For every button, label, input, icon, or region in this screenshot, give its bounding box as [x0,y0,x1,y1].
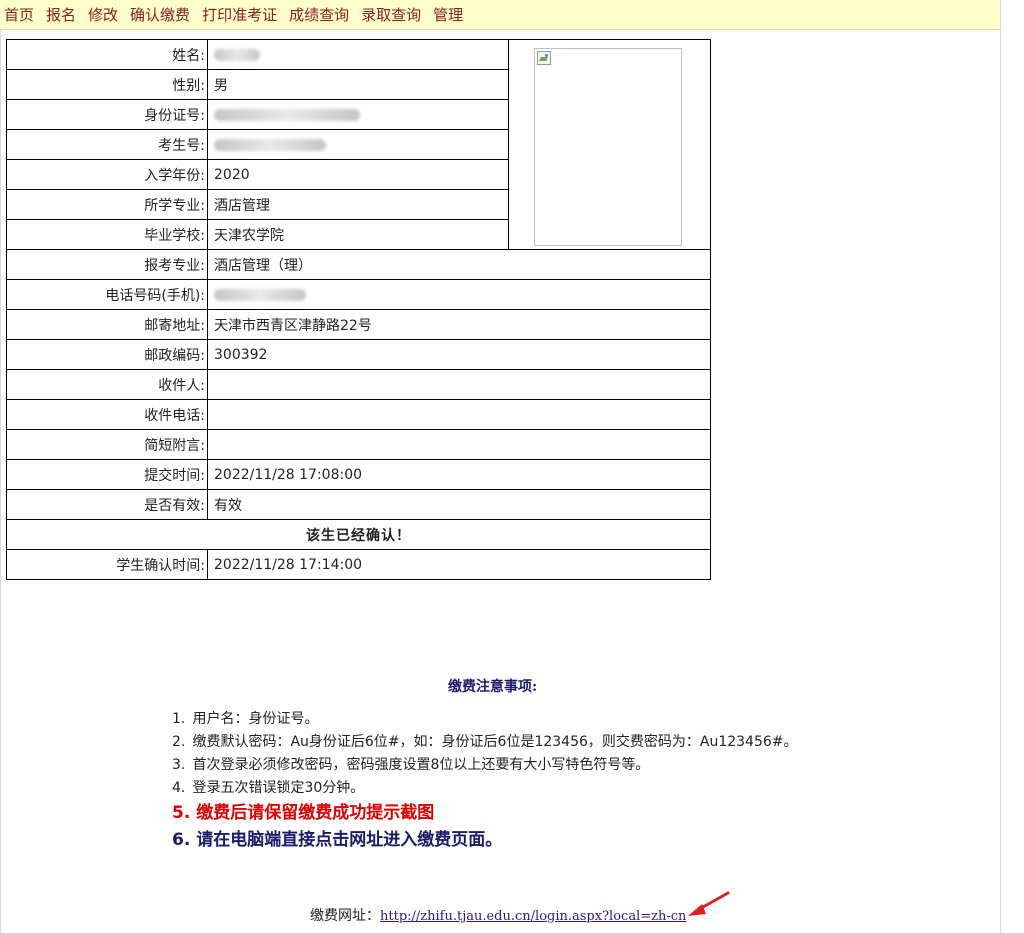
nav-admin-link[interactable]: 管理 [433,4,463,25]
nav-register-link[interactable]: 报名 [46,4,76,25]
notice-item: 4. 登录五次错误锁定30分钟。 [172,777,798,800]
nav-admission-query-link[interactable]: 录取查询 [361,4,421,25]
submit-time-value: 2022/11/28 17:08:00 [207,459,711,490]
page-left-border [0,30,1,933]
notice-item-text: 登录五次错误锁定30分钟。 [192,780,365,796]
name-label: 姓名: [6,39,208,70]
notice-item-number: 5. [172,803,191,823]
address-value: 天津市西青区津静路22号 [207,309,711,340]
nav-modify-link[interactable]: 修改 [88,4,118,25]
recipient-label: 收件人: [6,369,208,400]
table-row: 是否有效: 有效 [6,489,711,520]
notice-item-text: 用户名：身份证号。 [192,711,319,727]
id-number-value-redacted [207,99,509,130]
notice-item-number: 3. [172,757,186,773]
exam-number-label: 考生号: [6,129,208,160]
student-photo [534,48,682,246]
redacted-mark [214,288,306,301]
table-row: 邮寄地址: 天津市西青区津静路22号 [6,309,711,340]
notice-item-number: 6. [172,830,191,850]
notice-item: 1. 用户名：身份证号。 [172,708,798,731]
gender-label: 性别: [6,69,208,100]
top-nav-bar: 首页 报名 修改 确认缴费 打印准考证 成绩查询 录取查询 管理 [0,0,1000,30]
recipient-phone-label: 收件电话: [6,399,208,430]
nav-confirm-payment-link[interactable]: 确认缴费 [130,4,190,25]
table-row: 简短附言: [6,429,711,460]
name-value-redacted [207,39,509,70]
table-row: 收件电话: [6,399,711,430]
student-info-table: 姓名: 性别: 男 身份证号: 考生号: 入学年份: 2020 所学专业: 酒店… [6,39,711,580]
notice-item-text: 缴费默认密码：Au身份证后6位#，如：身份证后6位是123456，则交费密码为：… [192,734,798,750]
note-value [207,429,711,460]
red-arrow-annotation-icon [688,891,730,916]
payment-url-link[interactable]: http://zhifu.tjau.edu.cn/login.aspx?loca… [380,909,686,924]
major-value: 酒店管理 [207,189,509,220]
notice-item: 3. 首次登录必须修改密码，密码强度设置8位以上还要有大小写特色符号等。 [172,754,798,777]
nav-print-admission-link[interactable]: 打印准考证 [202,4,277,25]
redacted-mark [214,108,360,121]
confirm-time-value: 2022/11/28 17:14:00 [207,549,711,580]
page-right-border [1000,0,1001,933]
payment-notice-title: 缴费注意事项: [448,679,538,695]
confirm-time-label: 学生确认时间: [6,549,208,580]
notice-item-number: 1. [172,711,186,727]
exam-number-value-redacted [207,129,509,160]
table-row: 学生确认时间: 2022/11/28 17:14:00 [6,549,711,580]
notice-item-highlight: 5. 缴费后请保留缴费成功提示截图 [172,800,798,826]
enroll-year-label: 入学年份: [6,159,208,190]
payment-url-label: 缴费网址： [310,908,380,924]
enroll-year-value: 2020 [207,159,509,190]
table-row: 邮政编码: 300392 [6,339,711,370]
postcode-value: 300392 [207,339,711,370]
gender-value: 男 [207,69,509,100]
broken-image-icon [537,51,551,65]
table-row: 该生已经确认！ [6,519,711,550]
apply-major-value: 酒店管理（理） [207,249,711,280]
note-label: 简短附言: [6,429,208,460]
recipient-value [207,369,711,400]
redacted-mark [214,48,260,61]
table-row: 电话号码(手机): [6,279,711,310]
notice-item-highlight: 6. 请在电脑端直接点击网址进入缴费页面。 [172,826,798,854]
photo-cell [508,39,711,250]
notice-item-text: 缴费后请保留缴费成功提示截图 [196,803,435,823]
apply-major-label: 报考专业: [6,249,208,280]
table-row: 姓名: [6,39,711,250]
table-row: 收件人: [6,369,711,400]
phone-value-redacted [207,279,711,310]
school-value: 天津农学院 [207,219,509,250]
redacted-mark [214,138,326,151]
notice-item-number: 4. [172,780,186,796]
school-label: 毕业学校: [6,219,208,250]
recipient-phone-value [207,399,711,430]
postcode-label: 邮政编码: [6,339,208,370]
notice-item-text: 首次登录必须修改密码，密码强度设置8位以上还要有大小写特色符号等。 [192,757,650,773]
nav-home-link[interactable]: 首页 [4,4,34,25]
address-label: 邮寄地址: [6,309,208,340]
notice-item-number: 2. [172,734,186,750]
valid-label: 是否有效: [6,489,208,520]
table-row: 提交时间: 2022/11/28 17:08:00 [6,459,711,490]
phone-label: 电话号码(手机): [6,279,208,310]
confirmed-message: 该生已经确认！ [6,519,711,550]
submit-time-label: 提交时间: [6,459,208,490]
nav-score-query-link[interactable]: 成绩查询 [289,4,349,25]
table-row: 报考专业: 酒店管理（理） [6,249,711,280]
id-number-label: 身份证号: [6,99,208,130]
major-label: 所学专业: [6,189,208,220]
notice-item-text: 请在电脑端直接点击网址进入缴费页面。 [196,830,503,850]
valid-value: 有效 [207,489,711,520]
notice-item: 2. 缴费默认密码：Au身份证后6位#，如：身份证后6位是123456，则交费密… [172,731,798,754]
payment-url-line: 缴费网址：http://zhifu.tjau.edu.cn/login.aspx… [310,905,686,925]
payment-notice-list: 1. 用户名：身份证号。 2. 缴费默认密码：Au身份证后6位#，如：身份证后6… [172,708,798,854]
